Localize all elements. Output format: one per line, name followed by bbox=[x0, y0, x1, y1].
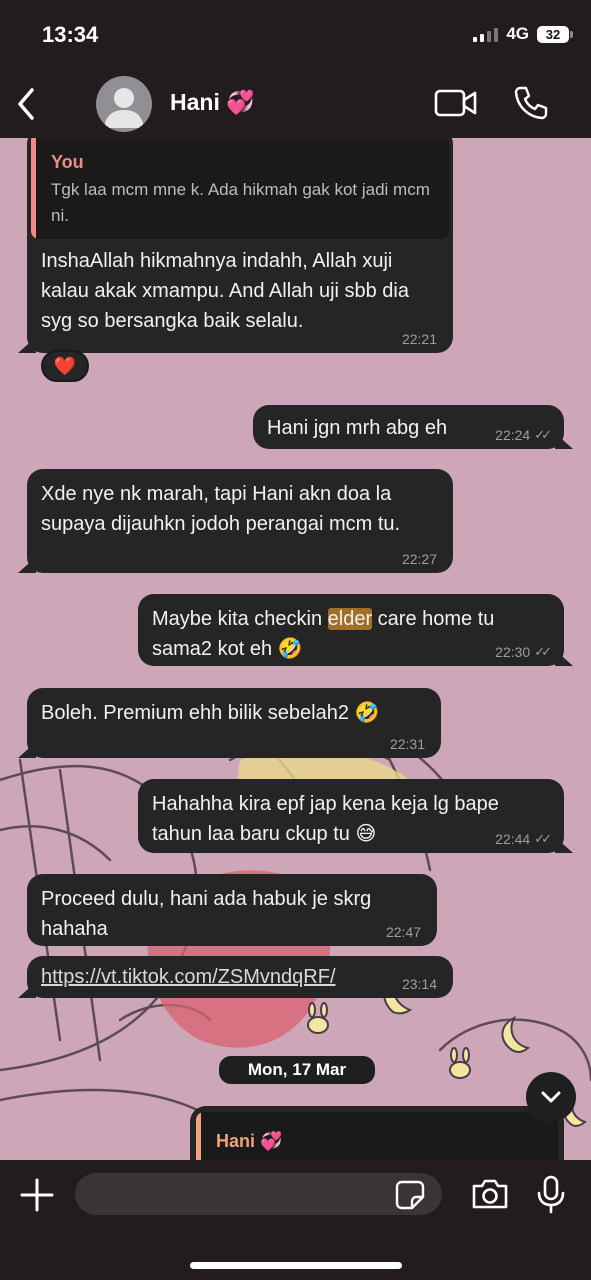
back-button[interactable] bbox=[10, 84, 42, 124]
search-highlight: elder bbox=[327, 608, 373, 630]
scroll-to-bottom-button[interactable] bbox=[526, 1072, 576, 1122]
message-text: Xde nye nk marah, tapi Hani akn doa la s… bbox=[41, 483, 401, 535]
reaction-heart[interactable]: ❤️ bbox=[41, 350, 89, 382]
quoted-message[interactable]: You Tgk laa mcm mne k. Ada hikmah gak ko… bbox=[31, 138, 449, 239]
phone-icon bbox=[514, 86, 548, 120]
message-bubble-incoming[interactable]: https://vt.tiktok.com/ZSMvndqRF/ 23:14 bbox=[27, 956, 453, 998]
message-time: 22:21 bbox=[401, 331, 437, 347]
quote-author: Hani 💞 bbox=[216, 1131, 283, 1151]
message-time: 22:24 ✓✓ bbox=[495, 427, 552, 443]
plus-icon bbox=[20, 1178, 54, 1212]
message-bubble-outgoing[interactable]: Hani jgn mrh abg eh 22:24 ✓✓ bbox=[253, 405, 564, 449]
sticker-icon bbox=[395, 1180, 425, 1210]
message-bubble-outgoing[interactable]: Hani 💞 bbox=[190, 1106, 564, 1160]
message-text: InshaAllah hikmahnya indahh, Allah xuji … bbox=[41, 250, 409, 332]
message-time: 23:14 bbox=[401, 976, 437, 992]
message-time: 22:31 bbox=[389, 736, 425, 752]
message-time: 22:47 bbox=[385, 924, 421, 940]
message-list[interactable]: You Tgk laa mcm mne k. Ada hikmah gak ko… bbox=[0, 138, 591, 1160]
camera-button[interactable] bbox=[470, 1176, 510, 1212]
message-input[interactable] bbox=[75, 1173, 442, 1215]
message-bubble-outgoing[interactable]: Hahahha kira epf jap kena keja lg bape t… bbox=[138, 779, 564, 853]
avatar[interactable] bbox=[96, 76, 152, 132]
message-text: Proceed dulu, hani ada habuk je skrg hah… bbox=[41, 888, 372, 940]
status-indicators: 4G 32 bbox=[473, 24, 573, 44]
quoted-message[interactable]: Hani 💞 bbox=[196, 1112, 558, 1160]
message-time: 22:30 ✓✓ bbox=[495, 644, 552, 660]
message-bubble-incoming[interactable]: Xde nye nk marah, tapi Hani akn doa la s… bbox=[27, 469, 453, 573]
date-separator: Mon, 17 Mar bbox=[219, 1056, 375, 1084]
chat-header: 13:34 4G 32 Hani 💞 bbox=[0, 0, 591, 138]
chevron-down-icon bbox=[541, 1091, 561, 1103]
quote-author: You bbox=[51, 152, 84, 172]
quote-accent-bar bbox=[31, 138, 36, 239]
quote-accent-bar bbox=[196, 1112, 201, 1160]
message-bubble-incoming[interactable]: You Tgk laa mcm mne k. Ada hikmah gak ko… bbox=[27, 138, 453, 353]
message-text: Boleh. Premium ehh bilik sebelah2 🤣 bbox=[41, 702, 380, 724]
contact-name[interactable]: Hani 💞 bbox=[170, 89, 255, 116]
voice-message-button[interactable] bbox=[536, 1174, 566, 1214]
video-call-icon bbox=[434, 89, 477, 117]
voice-call-button[interactable] bbox=[512, 84, 550, 122]
message-text: Hani jgn mrh abg eh bbox=[267, 417, 448, 439]
network-type: 4G bbox=[506, 24, 529, 43]
message-bubble-incoming[interactable]: Boleh. Premium ehh bilik sebelah2 🤣 22:3… bbox=[27, 688, 441, 758]
sticker-button[interactable] bbox=[394, 1179, 426, 1211]
attach-button[interactable] bbox=[18, 1176, 56, 1214]
message-link[interactable]: https://vt.tiktok.com/ZSMvndqRF/ bbox=[41, 966, 336, 988]
signal-icon bbox=[473, 26, 499, 42]
read-receipt-icon: ✓✓ bbox=[534, 831, 552, 846]
camera-icon bbox=[472, 1179, 508, 1209]
status-time: 13:34 bbox=[42, 22, 99, 47]
home-indicator[interactable] bbox=[190, 1262, 402, 1269]
message-time: 22:44 ✓✓ bbox=[495, 831, 552, 847]
message-time: 22:27 bbox=[401, 551, 437, 567]
avatar-icon bbox=[104, 88, 144, 128]
message-text: Maybe kita checkin elder care home tu sa… bbox=[152, 608, 495, 660]
message-bubble-outgoing[interactable]: Maybe kita checkin elder care home tu sa… bbox=[138, 594, 564, 666]
read-receipt-icon: ✓✓ bbox=[534, 427, 552, 442]
read-receipt-icon: ✓✓ bbox=[534, 644, 552, 659]
message-text: Hahahha kira epf jap kena keja lg bape t… bbox=[152, 793, 499, 845]
battery-icon: 32 bbox=[537, 25, 573, 43]
microphone-icon bbox=[537, 1175, 565, 1214]
message-bubble-incoming[interactable]: Proceed dulu, hani ada habuk je skrg hah… bbox=[27, 874, 437, 946]
quote-text: Tgk laa mcm mne k. Ada hikmah gak kot ja… bbox=[51, 180, 430, 225]
back-chevron-icon bbox=[18, 88, 34, 120]
video-call-button[interactable] bbox=[434, 88, 478, 118]
